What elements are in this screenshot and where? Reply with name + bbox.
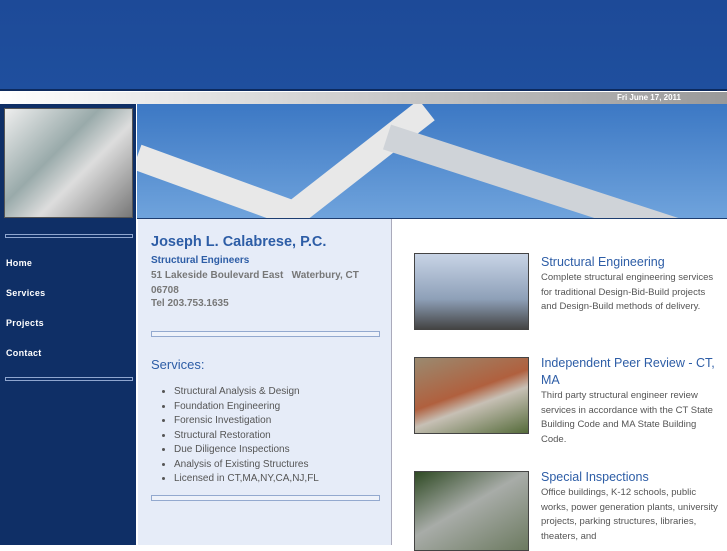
- service-item: Licensed in CT,MA,NY,CA,NJ,FL: [174, 472, 319, 487]
- features-panel: Structural Engineering Complete structur…: [393, 219, 727, 551]
- company-phone: Tel 203.753.1635: [151, 298, 229, 309]
- date-bar: Fri June 17, 2011: [0, 92, 727, 104]
- special-inspections-image: [414, 471, 529, 551]
- blueprints-image: [4, 108, 133, 218]
- sidebar: Home Services Projects Contact: [0, 104, 137, 545]
- company-address: 51 Lakeside Boulevard East Waterbury, CT…: [151, 270, 362, 296]
- current-date: Fri June 17, 2011: [616, 93, 681, 102]
- divider: [5, 234, 133, 238]
- site-header: [0, 0, 727, 91]
- service-item: Foundation Engineering: [174, 400, 319, 415]
- service-item: Structural Restoration: [174, 429, 319, 444]
- company-panel: Joseph L. Calabrese, P.C. Structural Eng…: [138, 219, 392, 545]
- service-item: Structural Analysis & Design: [174, 385, 319, 400]
- company-name: Joseph L. Calabrese, P.C.: [151, 234, 327, 250]
- service-item: Analysis of Existing Structures: [174, 458, 319, 473]
- feature-desc: Office buildings, K-12 schools, public w…: [541, 487, 718, 542]
- feature-desc: Complete structural engineering services…: [541, 272, 714, 312]
- divider: [5, 377, 133, 381]
- feature-title[interactable]: Special Inspections: [541, 469, 721, 486]
- nav-contact[interactable]: Contact: [6, 348, 42, 358]
- feature-title[interactable]: Structural Engineering: [541, 254, 721, 271]
- services-list: Structural Analysis & Design Foundation …: [174, 385, 319, 487]
- nav-home[interactable]: Home: [6, 258, 32, 268]
- peer-review-image: [414, 357, 529, 434]
- divider: [151, 495, 380, 501]
- nav-services[interactable]: Services: [6, 288, 45, 298]
- feature-title[interactable]: Independent Peer Review - CT, MA: [541, 355, 721, 389]
- service-item: Due Diligence Inspections: [174, 443, 319, 458]
- nav-projects[interactable]: Projects: [6, 318, 44, 328]
- services-heading: Services:: [151, 357, 205, 372]
- service-item: Forensic Investigation: [174, 414, 319, 429]
- structural-engineering-image: [414, 253, 529, 330]
- feature-desc: Third party structural engineer review s…: [541, 390, 713, 445]
- hero-image-steelworkers: [137, 104, 727, 219]
- company-tagline: Structural Engineers: [151, 255, 250, 266]
- divider: [151, 331, 380, 337]
